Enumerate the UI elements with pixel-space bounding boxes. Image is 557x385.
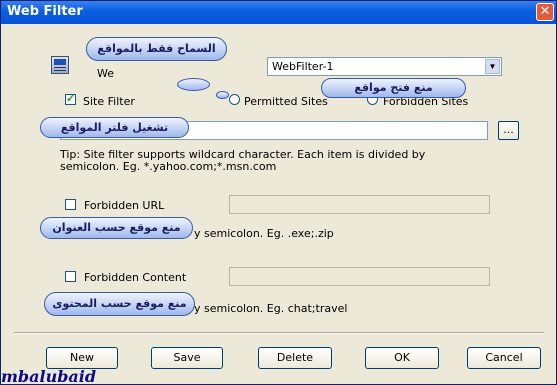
profile-label: We (97, 67, 114, 80)
forbidden-url-tip: y semicolon. Eg. .exe;.zip (194, 227, 334, 240)
forbidden-url-label: Forbidden URL (84, 199, 165, 212)
site-filter-label: Site Filter (83, 95, 135, 108)
site-filter-tip-line2: semicolon. Eg. *.yahoo.com;*.msn.com (60, 160, 277, 173)
forbidden-url-input[interactable] (229, 195, 490, 214)
browse-button[interactable]: ... (498, 121, 519, 140)
permitted-sites-radio[interactable] (229, 94, 240, 105)
save-button[interactable]: Save (151, 347, 223, 369)
annotation-tail-small (216, 91, 229, 99)
button-separator (14, 332, 544, 334)
annotation-block-opening-sites: منع فتح مواقع (321, 78, 466, 98)
watermark: mbalubaid (1, 367, 97, 385)
annotation-block-by-content: منع موقع حسب المحتوى (44, 292, 195, 316)
forbidden-content-input[interactable] (229, 267, 490, 286)
annotation-tail-large (177, 78, 210, 91)
chevron-down-icon[interactable]: ▼ (485, 59, 500, 74)
delete-button[interactable]: Delete (258, 347, 332, 369)
forbidden-content-tip: y semicolon. Eg. chat;travel (194, 302, 348, 315)
check-icon: ✓ (66, 93, 76, 105)
annotation-enable-site-filter: تشغيل فلتر المواقع (40, 117, 189, 138)
forbidden-content-label: Forbidden Content (84, 271, 187, 284)
close-button[interactable]: ✕ (536, 3, 554, 21)
dialog-body: We WebFilter-1 ▼ ✓ Site Filter Permitted… (4, 24, 553, 381)
window-title: Web Filter (7, 4, 83, 19)
cancel-button[interactable]: Cancel (467, 347, 541, 369)
permitted-sites-label: Permitted Sites (244, 95, 328, 108)
site-filter-checkbox[interactable]: ✓ (65, 93, 76, 105)
profile-icon (51, 56, 69, 74)
forbidden-content-checkbox[interactable] (65, 271, 76, 282)
new-button[interactable]: New (46, 347, 118, 369)
forbidden-url-checkbox[interactable] (65, 199, 76, 210)
profile-select-value: WebFilter-1 (272, 60, 334, 73)
annotation-allow-sites-only: السماح فقط بالمواقع (86, 37, 227, 61)
ok-button[interactable]: OK (365, 347, 439, 369)
annotation-block-by-address: منع موقع حسب العنوان (40, 217, 193, 239)
web-filter-window: Web Filter ✕ We WebFilter-1 ▼ ✓ Site Fil… (0, 0, 557, 385)
title-bar: Web Filter ✕ (1, 1, 556, 24)
profile-select[interactable]: WebFilter-1 ▼ (267, 57, 502, 76)
